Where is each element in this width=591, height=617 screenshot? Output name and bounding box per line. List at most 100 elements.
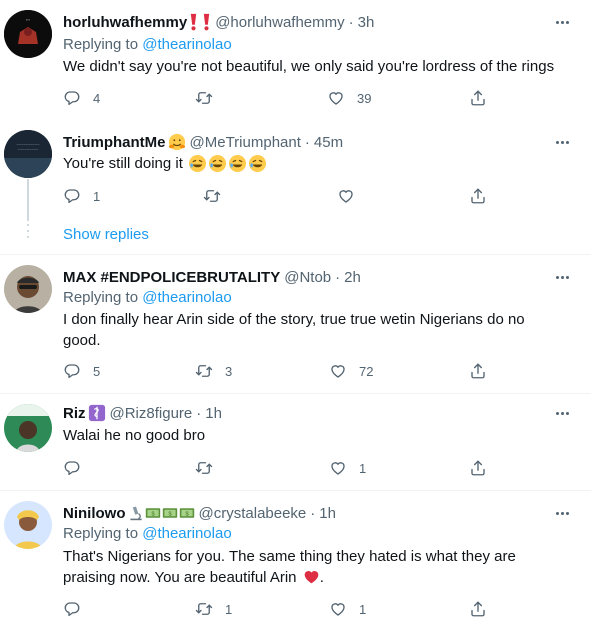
retweet-button[interactable]	[195, 458, 225, 478]
separator: ·	[348, 13, 354, 31]
thread-dots	[27, 224, 29, 240]
retweet-count: 1	[225, 601, 233, 617]
svg-text:~~~~~~~~~: ~~~~~~~~~	[17, 147, 39, 152]
reply-button[interactable]	[63, 458, 93, 478]
share-button[interactable]	[469, 361, 487, 381]
retweet-count: 3	[225, 363, 233, 379]
like-button[interactable]: 39	[327, 88, 371, 108]
display-name[interactable]: Ninilowo	[63, 505, 126, 522]
user-handle[interactable]: @crystalabeeke	[199, 505, 307, 522]
avatar[interactable]	[4, 501, 52, 549]
display-name[interactable]: MAX #ENDPOLICEBRUTALITY	[63, 269, 280, 286]
retweet-icon	[195, 89, 213, 107]
retweet-icon	[195, 459, 213, 477]
timestamp[interactable]: 3h	[358, 14, 375, 31]
reply-icon	[63, 187, 81, 205]
tweet-actions: 1	[63, 186, 493, 206]
replying-to: Replying to @thearinolao	[63, 36, 232, 53]
tweet-text: I don finally hear Arin side of the stor…	[63, 311, 525, 349]
separator: ·	[310, 504, 316, 522]
user-handle[interactable]: @horluhwafhemmy	[215, 14, 344, 31]
share-button[interactable]	[469, 458, 487, 478]
avatar[interactable]	[4, 404, 52, 452]
timestamp[interactable]: 45m	[314, 134, 343, 151]
more-icon[interactable]	[553, 504, 571, 522]
share-button[interactable]	[469, 599, 487, 617]
timestamp[interactable]: 2h	[344, 269, 361, 286]
user-handle[interactable]: @Riz8figure	[110, 405, 193, 422]
tweet-text: That's Nigerians for you. The same thing…	[63, 546, 533, 588]
like-count: 39	[357, 90, 372, 106]
reply-count: 1	[93, 188, 101, 204]
medical-symbol-icon	[88, 404, 106, 422]
like-icon	[329, 600, 347, 617]
tweet-text-end: .	[319, 569, 324, 586]
reply-button[interactable]: 4	[63, 88, 100, 108]
tweet-actions: 4 39	[63, 88, 493, 108]
replying-label: Replying to	[63, 525, 139, 542]
like-button[interactable]: 1	[329, 458, 366, 478]
tweet-riz[interactable]: Riz @Riz8figure · 1h Walai he no good br…	[0, 394, 591, 490]
red-heart-icon	[303, 568, 320, 585]
avatar[interactable]: ~~~~~~~~~~ ~~~~~~~~~	[4, 130, 52, 178]
replying-to: Replying to @thearinolao	[63, 525, 232, 542]
retweet-button[interactable]	[195, 88, 225, 108]
more-icon[interactable]	[553, 404, 571, 422]
reply-button[interactable]	[63, 599, 93, 617]
replying-to-link[interactable]: @thearinolao	[142, 289, 231, 306]
like-button[interactable]: 1	[329, 599, 366, 617]
retweet-icon	[195, 362, 213, 380]
replying-to-link[interactable]: @thearinolao	[142, 36, 231, 53]
share-icon	[469, 187, 487, 205]
timestamp[interactable]: 1h	[319, 505, 336, 522]
share-button[interactable]	[469, 186, 487, 206]
more-icon[interactable]	[553, 13, 571, 31]
tweet-actions: 1 1	[63, 599, 493, 617]
like-icon	[337, 187, 355, 205]
tweet-text: Walai he no good bro	[63, 427, 206, 444]
tweet-text-content: That's Nigerians for you. The same thing…	[63, 548, 516, 586]
like-icon	[329, 459, 347, 477]
laughing-emoji-icon	[188, 154, 267, 173]
avatar[interactable]	[4, 265, 52, 313]
tweet-text: We didn't say you're not beautiful, we o…	[63, 58, 555, 75]
like-button[interactable]: 72	[329, 361, 373, 381]
tweet-horluhwafhemmy[interactable]: ▪▪▪ horluhwafhemmy @horluhwafhemmy · 3h …	[0, 0, 591, 122]
reply-button[interactable]: 1	[63, 186, 100, 206]
replying-to-link[interactable]: @thearinolao	[142, 525, 231, 542]
share-icon	[469, 600, 487, 617]
retweet-icon	[195, 600, 213, 617]
more-icon[interactable]	[553, 133, 571, 151]
tweet-actions: 1	[63, 458, 493, 478]
replying-label: Replying to	[63, 289, 139, 306]
timestamp[interactable]: 1h	[205, 405, 222, 422]
user-handle[interactable]: @Ntob	[284, 269, 331, 286]
tweet-triumphantme[interactable]: ~~~~~~~~~~ ~~~~~~~~~ TriumphantMe @MeTriu…	[0, 122, 591, 254]
separator: ·	[335, 268, 341, 286]
share-button[interactable]	[469, 88, 487, 108]
separator: ·	[196, 404, 202, 422]
reply-icon	[63, 459, 81, 477]
like-icon	[329, 362, 347, 380]
tweet-max[interactable]: MAX #ENDPOLICEBRUTALITY @Ntob · 2h Reply…	[0, 255, 591, 393]
avatar[interactable]: ▪▪▪	[4, 10, 52, 58]
reply-icon	[63, 89, 81, 107]
user-handle[interactable]: @MeTriumphant	[190, 134, 301, 151]
exclamation-emoji-icon	[189, 13, 211, 31]
tweet-actions: 5 3 72	[63, 361, 493, 381]
like-count: 1	[359, 601, 367, 617]
reply-button[interactable]: 5	[63, 361, 100, 381]
show-replies-link[interactable]: Show replies	[63, 226, 149, 243]
tweet-text: You're still doing it	[63, 153, 563, 174]
like-count: 72	[359, 363, 374, 379]
display-name[interactable]: horluhwafhemmy	[63, 14, 187, 31]
display-name[interactable]: Riz	[63, 405, 86, 422]
retweet-button[interactable]	[203, 186, 233, 206]
like-button[interactable]	[337, 186, 367, 206]
more-icon[interactable]	[553, 268, 571, 286]
retweet-button[interactable]: 3	[195, 361, 232, 381]
microscope-money-emoji-icon: $ $ $	[128, 505, 195, 521]
retweet-button[interactable]: 1	[195, 599, 232, 617]
tweet-ninilowo[interactable]: Ninilowo $ $ $ @crystalabeeke · 1h Reply…	[0, 491, 591, 617]
display-name[interactable]: TriumphantMe	[63, 134, 166, 151]
